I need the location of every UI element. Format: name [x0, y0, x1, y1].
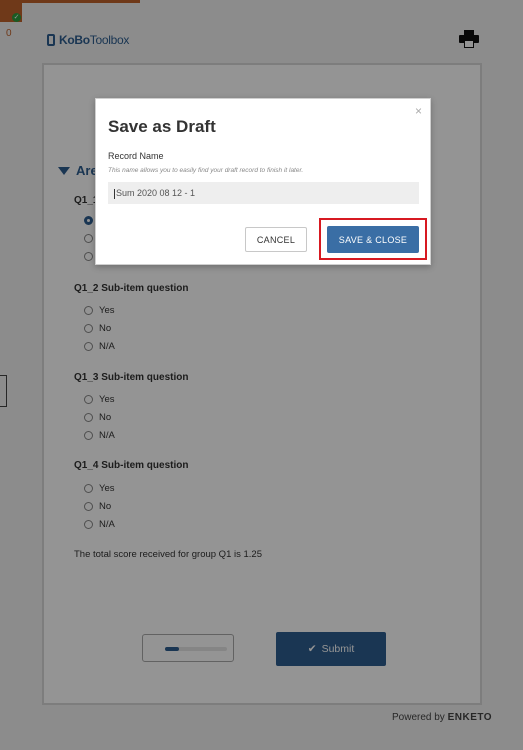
- save-draft-dialog: × Save as Draft Record Name This name al…: [95, 98, 431, 265]
- record-name-hint: This name allows you to easily find your…: [108, 167, 304, 174]
- dialog-title: Save as Draft: [108, 117, 216, 136]
- cancel-button[interactable]: CANCEL: [245, 227, 307, 252]
- record-name-input[interactable]: Sum 2020 08 12 - 1: [108, 182, 419, 204]
- record-name-label: Record Name: [108, 151, 164, 161]
- save-close-button[interactable]: SAVE & CLOSE: [327, 226, 419, 253]
- close-icon[interactable]: ×: [415, 104, 422, 118]
